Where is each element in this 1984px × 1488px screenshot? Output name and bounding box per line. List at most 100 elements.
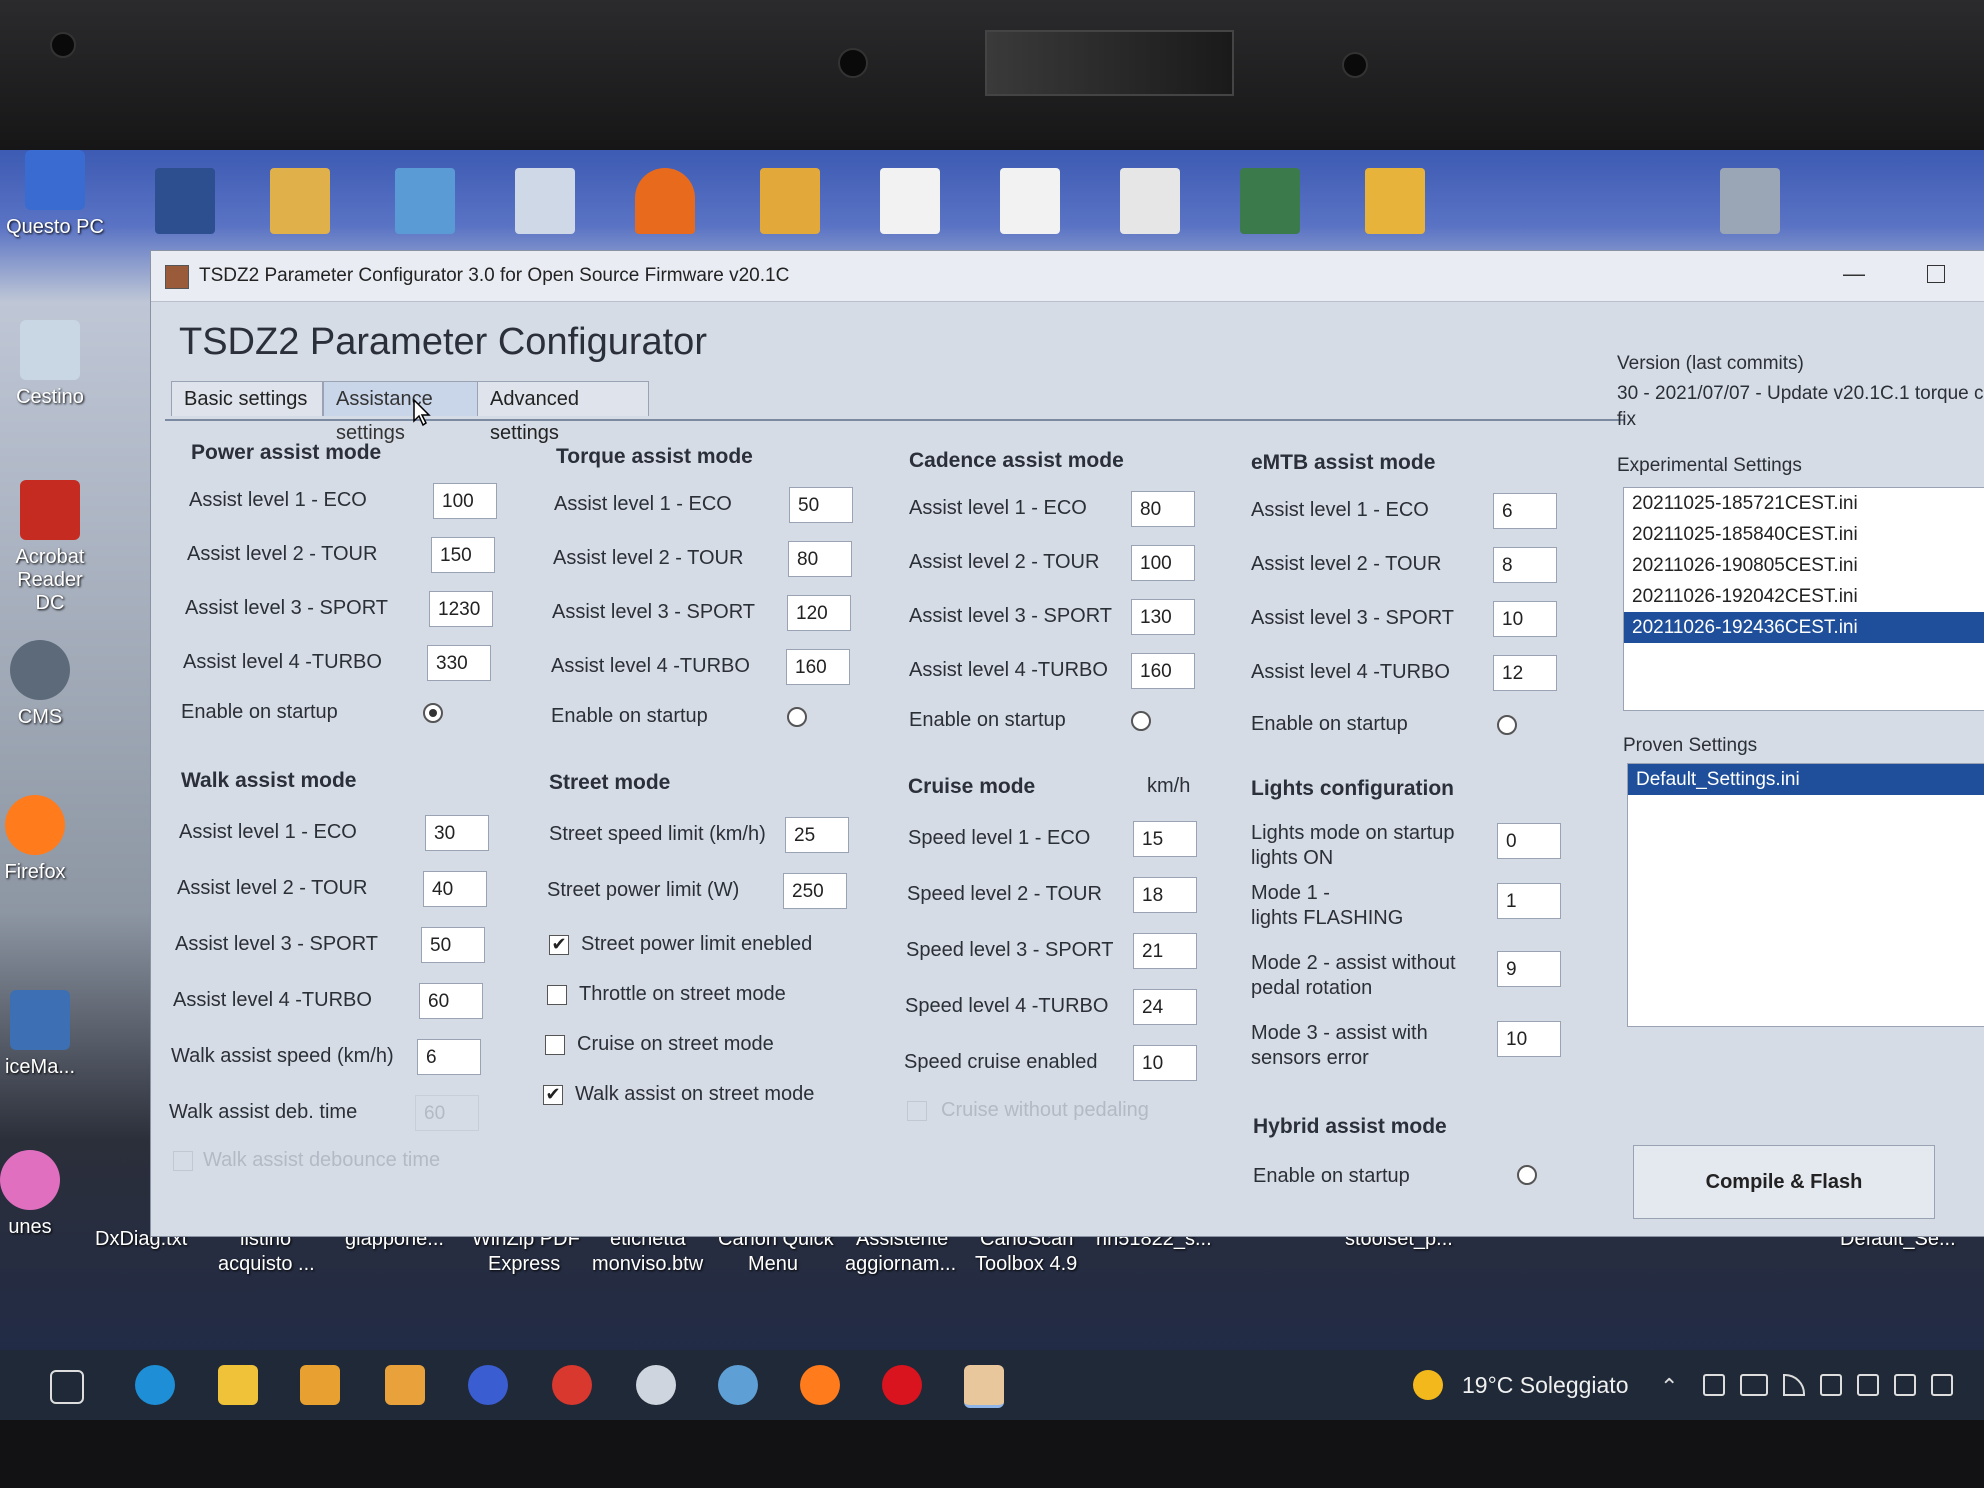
- lights-startup-input[interactable]: 0: [1497, 823, 1561, 859]
- street-power-input[interactable]: 250: [783, 873, 847, 909]
- desktop-label[interactable]: Menu: [748, 1253, 798, 1276]
- power-level-3-input[interactable]: 1230: [429, 591, 493, 627]
- firefox-taskbar-icon[interactable]: [800, 1365, 840, 1405]
- desktop-label[interactable]: monviso.btw: [592, 1253, 703, 1276]
- landscape-icon[interactable]: [1240, 168, 1300, 234]
- torque-enable-radio[interactable]: [787, 707, 807, 727]
- title-bar[interactable]: TSDZ2 Parameter Configurator 3.0 for Ope…: [151, 251, 1984, 302]
- torque-level-3-input[interactable]: 120: [787, 595, 851, 631]
- list-item[interactable]: 20211025-185721CEST.ini: [1624, 488, 1984, 519]
- cadence-level-3-input[interactable]: 130: [1131, 599, 1195, 635]
- walk-speed-input[interactable]: 6: [417, 1039, 481, 1075]
- cruise-speed-3-input[interactable]: 21: [1133, 933, 1197, 969]
- tab-basic-settings[interactable]: Basic settings: [171, 381, 323, 416]
- document-icon[interactable]: [880, 168, 940, 234]
- throttle-street-checkbox[interactable]: [547, 985, 567, 1005]
- hybrid-enable-radio[interactable]: [1517, 1165, 1537, 1185]
- desktop-icon-devicemanager[interactable]: iceMa...: [0, 990, 80, 1079]
- desktop-icon-recycle-bin[interactable]: Cestino: [0, 320, 100, 409]
- emtb-level-1-input[interactable]: 6: [1493, 493, 1557, 529]
- desktop-icon-folder[interactable]: [270, 168, 330, 234]
- experimental-settings-list[interactable]: 20211025-185721CEST.ini 20211025-185840C…: [1623, 487, 1984, 711]
- torque-level-1-input[interactable]: 50: [789, 487, 853, 523]
- volume-icon[interactable]: [1931, 1374, 1953, 1396]
- walk-street-checkbox[interactable]: ✔: [543, 1085, 563, 1105]
- task-view-icon[interactable]: [50, 1370, 84, 1404]
- desktop-icon-acrobat[interactable]: Acrobat Reader DC: [0, 480, 100, 615]
- vlc-icon[interactable]: [635, 168, 695, 234]
- cadence-level-2-input[interactable]: 100: [1131, 545, 1195, 581]
- network-app-icon[interactable]: [468, 1365, 508, 1405]
- cruise-speed-2-input[interactable]: 18: [1133, 877, 1197, 913]
- desktop-icon-cms[interactable]: CMS: [0, 640, 80, 729]
- desktop-label[interactable]: Toolbox 4.9: [975, 1253, 1077, 1276]
- pin-icon[interactable]: [552, 1365, 592, 1405]
- document-icon-3[interactable]: [1120, 168, 1180, 234]
- power-level-2-input[interactable]: 150: [431, 537, 495, 573]
- desktop-label[interactable]: Express: [488, 1253, 560, 1276]
- chevron-up-icon[interactable]: ⌃: [1660, 1374, 1682, 1399]
- clock-app-icon[interactable]: [636, 1365, 676, 1405]
- lights-mode1-input[interactable]: 1: [1497, 883, 1561, 919]
- list-item[interactable]: 20211026-192042CEST.ini: [1624, 581, 1984, 612]
- power-level-1-input[interactable]: 100: [433, 483, 497, 519]
- folder-icon[interactable]: [1365, 168, 1425, 234]
- display-icon[interactable]: [1857, 1374, 1879, 1396]
- list-item-selected[interactable]: Default_Settings.ini: [1628, 764, 1984, 795]
- power-enable-radio[interactable]: [423, 703, 443, 723]
- shield-icon[interactable]: [1894, 1374, 1916, 1396]
- cruise-enabled-input[interactable]: 10: [1133, 1045, 1197, 1081]
- lights-mode3-input[interactable]: 10: [1497, 1021, 1561, 1057]
- emtb-level-3-input[interactable]: 10: [1493, 601, 1557, 637]
- java-app-icon[interactable]: [964, 1365, 1004, 1408]
- tab-assistance-settings[interactable]: Assistance settings: [323, 381, 479, 444]
- desktop-icon-1[interactable]: [155, 168, 215, 234]
- power-level-4-input[interactable]: 330: [427, 645, 491, 681]
- desktop-icon-help[interactable]: [515, 168, 575, 234]
- street-power-limit-checkbox[interactable]: ✔: [549, 935, 569, 955]
- minimize-button[interactable]: —: [1843, 261, 1865, 287]
- emtb-level-4-input[interactable]: 12: [1493, 655, 1557, 691]
- desktop-icon-folder-2[interactable]: [760, 168, 820, 234]
- emtb-level-2-input[interactable]: 8: [1493, 547, 1557, 583]
- compass-app-icon[interactable]: [718, 1365, 758, 1405]
- tray-icon[interactable]: [1703, 1374, 1725, 1396]
- cruise-speed-1-input[interactable]: 15: [1133, 821, 1197, 857]
- cadence-enable-radio[interactable]: [1131, 711, 1151, 731]
- list-item[interactable]: 20211025-185840CEST.ini: [1624, 519, 1984, 550]
- cruise-street-checkbox[interactable]: [545, 1035, 565, 1055]
- desktop-label[interactable]: aggiornam...: [845, 1253, 956, 1276]
- emtb-enable-radio[interactable]: [1497, 715, 1517, 735]
- desktop-icon-firefox[interactable]: Firefox: [0, 795, 70, 884]
- desktop-label[interactable]: acquisto ...: [218, 1253, 315, 1276]
- document-icon-2[interactable]: [1000, 168, 1060, 234]
- opera-icon[interactable]: [882, 1365, 922, 1405]
- edge-icon[interactable]: [135, 1365, 175, 1405]
- proven-settings-list[interactable]: Default_Settings.ini: [1627, 763, 1984, 1027]
- compile-flash-button[interactable]: Compile & Flash: [1633, 1145, 1935, 1219]
- tray-icon[interactable]: [1820, 1374, 1842, 1396]
- street-speed-input[interactable]: 25: [785, 817, 849, 853]
- list-item-selected[interactable]: 20211026-192436CEST.ini: [1624, 612, 1984, 643]
- cadence-level-4-input[interactable]: 160: [1131, 653, 1195, 689]
- battery-icon[interactable]: [1740, 1374, 1768, 1396]
- desktop-icon-this-pc[interactable]: Questo PC: [5, 150, 105, 239]
- maximize-button[interactable]: [1927, 265, 1945, 283]
- file-explorer-icon[interactable]: [218, 1365, 258, 1405]
- media-icon[interactable]: [385, 1365, 425, 1405]
- desktop-icon-itunes[interactable]: unes: [0, 1150, 60, 1239]
- torque-level-4-input[interactable]: 160: [786, 649, 850, 685]
- walk-level-3-input[interactable]: 50: [421, 927, 485, 963]
- store-icon[interactable]: [300, 1365, 340, 1405]
- list-item[interactable]: 20211026-190805CEST.ini: [1624, 550, 1984, 581]
- cadence-level-1-input[interactable]: 80: [1131, 491, 1195, 527]
- cruise-speed-4-input[interactable]: 24: [1133, 989, 1197, 1025]
- walk-level-4-input[interactable]: 60: [419, 983, 483, 1019]
- torque-level-2-input[interactable]: 80: [788, 541, 852, 577]
- weather-text[interactable]: 19°C Soleggiato: [1462, 1372, 1628, 1399]
- tab-advanced-settings[interactable]: Advanced settings: [477, 381, 649, 444]
- walk-level-2-input[interactable]: 40: [423, 871, 487, 907]
- wifi-icon[interactable]: [1783, 1374, 1805, 1396]
- walk-level-1-input[interactable]: 30: [425, 815, 489, 851]
- lights-mode2-input[interactable]: 9: [1497, 951, 1561, 987]
